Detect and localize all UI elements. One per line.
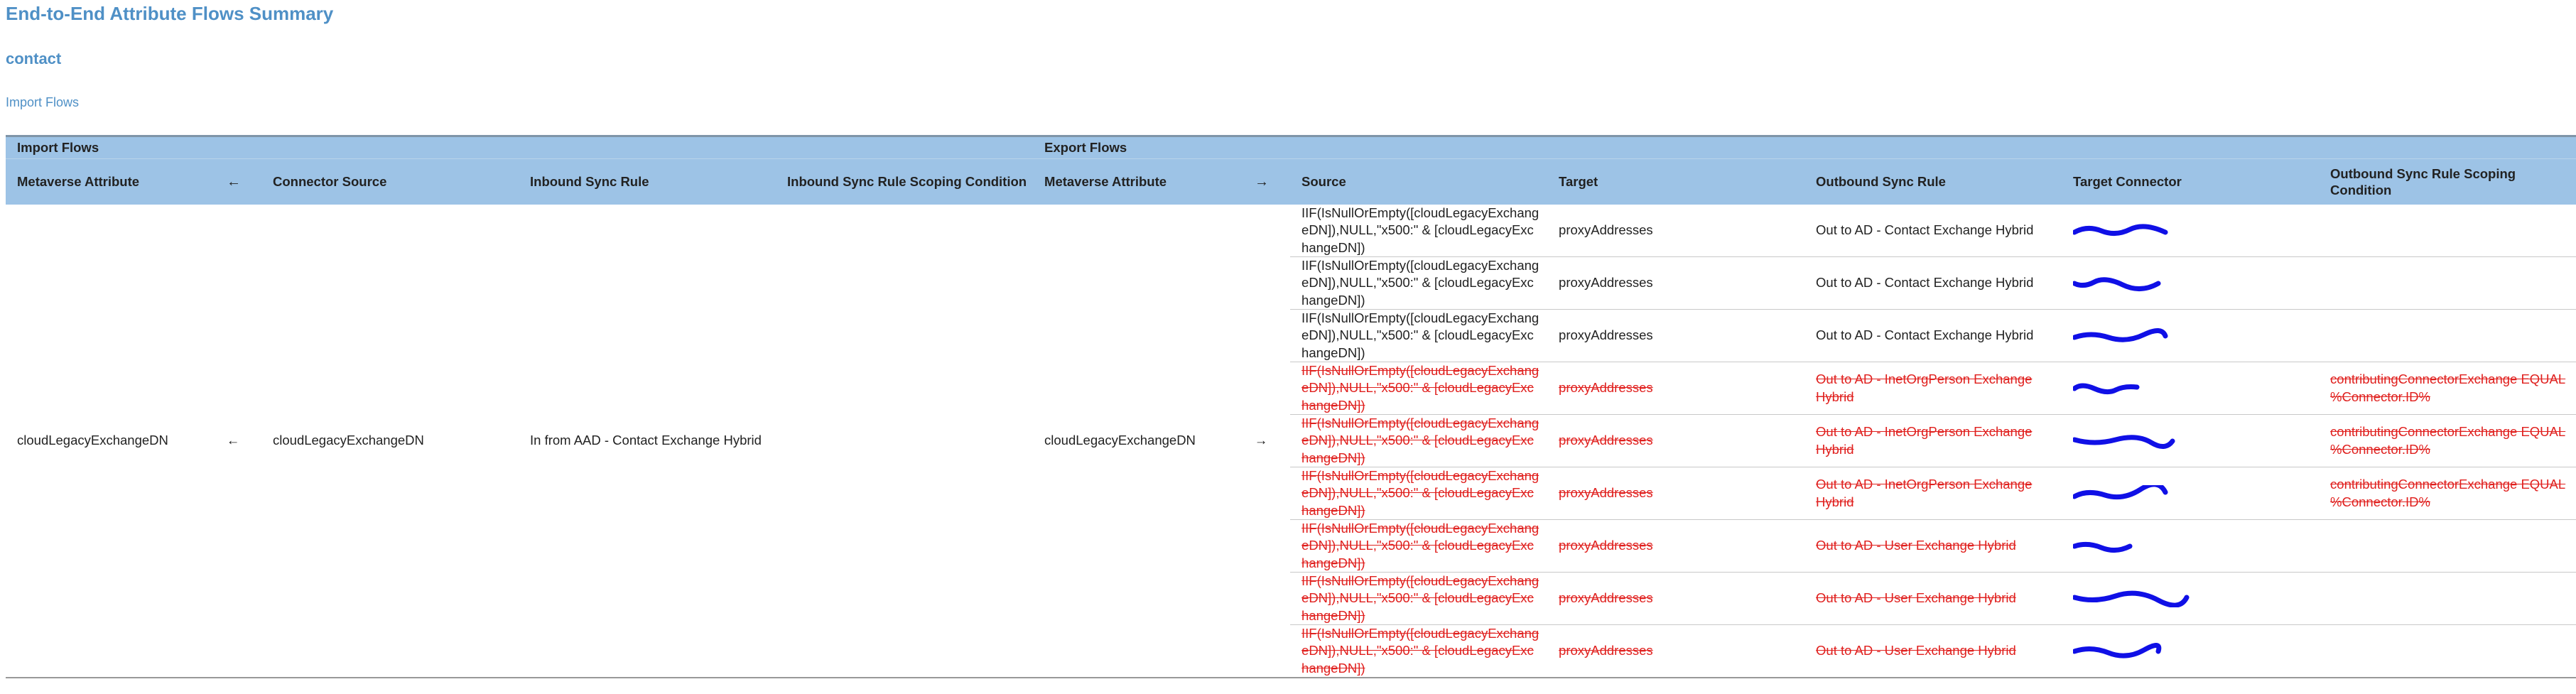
col-header-outbound-scoping: Outbound Sync Rule Scoping Condition	[2319, 158, 2576, 205]
target-connector-cell	[2062, 467, 2320, 520]
target-connector-cell	[2062, 519, 2320, 573]
outbound-scoping-cell	[2319, 519, 2576, 573]
outbound-sync-rule-cell: Out to AD - Contact Exchange Hybrid	[1804, 205, 2062, 257]
outbound-sync-rule-cell: Out to AD - Contact Exchange Hybrid	[1804, 309, 2062, 362]
outbound-scoping-cell: contributingConnectorExchange EQUAL %Con…	[2319, 414, 2576, 467]
source-cell: IIF(IsNullOrEmpty([cloudLegacyExchangeDN…	[1290, 572, 1548, 625]
outbound-sync-rule-cell: Out to AD - InetOrgPerson Exchange Hybri…	[1804, 414, 2062, 467]
export-metaverse-attribute-cell: cloudLegacyExchangeDN	[1033, 205, 1240, 678]
target-cell: proxyAddresses	[1547, 414, 1805, 467]
outbound-scoping-cell	[2319, 309, 2576, 362]
redaction-scribble-icon	[2073, 434, 2175, 449]
target-cell: proxyAddresses	[1547, 205, 1805, 257]
table-row: cloudLegacyExchangeDN ← cloudLegacyExchang…	[6, 205, 2576, 678]
connector-source-cell: cloudLegacyExchangeDN	[261, 205, 519, 678]
col-header-target-connector: Target Connector	[2062, 158, 2320, 205]
col-header-outbound-sync-rule: Outbound Sync Rule	[1804, 158, 2062, 205]
col-header-source: Source	[1290, 158, 1548, 205]
source-cell: IIF(IsNullOrEmpty([cloudLegacyExchangeDN…	[1290, 519, 1548, 573]
target-connector-cell	[2062, 572, 2320, 625]
col-header-export-metaverse-attribute: Metaverse Attribute	[1033, 158, 1240, 205]
flow-rows: cloudLegacyExchangeDN ← cloudLegacyExchang…	[6, 205, 2576, 678]
target-connector-cell	[2062, 256, 2320, 310]
col-header-target: Target	[1547, 158, 1805, 205]
source-cell: IIF(IsNullOrEmpty([cloudLegacyExchangeDN…	[1290, 309, 1548, 362]
source-cell: IIF(IsNullOrEmpty([cloudLegacyExchangeDN…	[1290, 467, 1548, 520]
target-connector-cell	[2062, 624, 2320, 678]
outbound-scoping-cell	[2319, 572, 2576, 625]
redaction-scribble-icon	[2073, 276, 2161, 291]
target-cell: proxyAddresses	[1547, 362, 1805, 415]
outbound-sync-rule-cell: Out to AD - Contact Exchange Hybrid	[1804, 256, 2062, 310]
export-arrow-cell: →	[1239, 205, 1291, 678]
import-metaverse-attribute-cell: cloudLegacyExchangeDN	[6, 205, 212, 678]
export-flows-group-header: Export Flows	[1033, 135, 2576, 159]
object-type-heading: contact	[6, 50, 62, 67]
redaction-scribble-icon	[2073, 327, 2168, 342]
col-header-inbound-sync-rule: Inbound Sync Rule	[519, 158, 776, 205]
attribute-flows-table: Import Flows Export Flows Metaverse Attr…	[6, 135, 2576, 678]
col-header-connector-source: Connector Source	[261, 158, 519, 205]
target-connector-cell	[2062, 414, 2320, 467]
target-cell: proxyAddresses	[1547, 467, 1805, 520]
outbound-scoping-cell	[2319, 624, 2576, 678]
target-cell: proxyAddresses	[1547, 309, 1805, 362]
target-cell: proxyAddresses	[1547, 519, 1805, 573]
outbound-scoping-cell: contributingConnectorExchange EQUAL %Con…	[2319, 362, 2576, 415]
outbound-sync-rule-cell: Out to AD - User Exchange Hybrid	[1804, 624, 2062, 678]
outbound-sync-rule-cell: Out to AD - InetOrgPerson Exchange Hybri…	[1804, 467, 2062, 520]
outbound-sync-rule-cell: Out to AD - User Exchange Hybrid	[1804, 572, 2062, 625]
section-heading: Import Flows	[6, 95, 80, 109]
redaction-scribble-icon	[2073, 541, 2133, 553]
outbound-scoping-cell	[2319, 205, 2576, 257]
target-cell: proxyAddresses	[1547, 624, 1805, 678]
column-header-row: Metaverse Attribute ← Connector Source I…	[6, 158, 2576, 205]
import-arrow-cell: ←	[212, 205, 261, 678]
source-cell: IIF(IsNullOrEmpty([cloudLegacyExchangeDN…	[1290, 414, 1548, 467]
inbound-scoping-cell	[776, 205, 1034, 678]
col-header-import-arrow: ←	[212, 158, 261, 205]
redaction-scribble-icon	[2073, 383, 2140, 394]
col-header-export-arrow: →	[1239, 158, 1291, 205]
col-header-import-metaverse-attribute: Metaverse Attribute	[6, 158, 212, 205]
col-header-inbound-scoping: Inbound Sync Rule Scoping Condition	[776, 158, 1034, 205]
target-connector-cell	[2062, 309, 2320, 362]
page-title: End-to-End Attribute Flows Summary	[6, 3, 334, 24]
target-connector-cell	[2062, 205, 2320, 257]
outbound-scoping-cell	[2319, 256, 2576, 310]
target-cell: proxyAddresses	[1547, 256, 1805, 310]
source-cell: IIF(IsNullOrEmpty([cloudLegacyExchangeDN…	[1290, 205, 1548, 257]
target-cell: proxyAddresses	[1547, 572, 1805, 625]
source-cell: IIF(IsNullOrEmpty([cloudLegacyExchangeDN…	[1290, 624, 1548, 678]
redaction-scribble-icon	[2073, 223, 2168, 236]
import-flows-group-header: Import Flows	[6, 135, 1034, 159]
source-cell: IIF(IsNullOrEmpty([cloudLegacyExchangeDN…	[1290, 362, 1548, 415]
group-header-row: Import Flows Export Flows	[6, 135, 2576, 159]
redaction-scribble-icon	[2073, 642, 2162, 658]
redaction-scribble-icon	[2073, 590, 2190, 607]
redaction-scribble-icon	[2073, 484, 2168, 499]
target-connector-cell	[2062, 362, 2320, 415]
inbound-sync-rule-cell: In from AAD - Contact Exchange Hybrid	[519, 205, 776, 678]
outbound-sync-rule-cell: Out to AD - User Exchange Hybrid	[1804, 519, 2062, 573]
outbound-sync-rule-cell: Out to AD - InetOrgPerson Exchange Hybri…	[1804, 362, 2062, 415]
source-cell: IIF(IsNullOrEmpty([cloudLegacyExchangeDN…	[1290, 256, 1548, 310]
outbound-scoping-cell: contributingConnectorExchange EQUAL %Con…	[2319, 467, 2576, 520]
